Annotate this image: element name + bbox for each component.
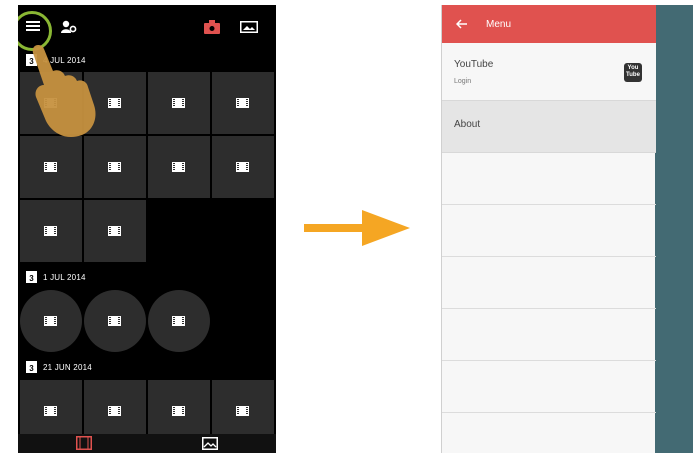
account-settings-icon[interactable] (61, 20, 77, 34)
film-icon (172, 98, 185, 108)
empty-list-row (442, 153, 656, 205)
app-toolbar (18, 5, 276, 51)
video-thumbnail[interactable] (148, 380, 210, 442)
film-icon (172, 406, 185, 416)
film-icon (108, 98, 121, 108)
pointing-hand-icon (32, 45, 96, 138)
drawer-header: Menu (442, 5, 656, 43)
empty-list-row (442, 361, 656, 413)
empty-list-row (442, 257, 656, 309)
video-thumbnail[interactable] (84, 380, 146, 442)
menu-item-sublabel: Login (454, 78, 472, 85)
video-thumbnail[interactable] (20, 200, 82, 262)
camera-icon[interactable] (204, 20, 220, 34)
photos-tab-icon[interactable] (202, 437, 218, 450)
bottom-navigation (18, 434, 276, 453)
film-icon (44, 316, 57, 326)
video-thumbnail[interactable] (148, 290, 210, 352)
date-header: 3 21 JUN 2014 (26, 360, 92, 374)
video-thumbnail[interactable] (212, 136, 274, 198)
menu-title: Menu (486, 19, 512, 30)
video-thumbnail[interactable] (84, 200, 146, 262)
empty-list-row (442, 309, 656, 361)
menu-item-youtube[interactable]: YouTube Login You Tube (442, 43, 656, 101)
picture-icon[interactable] (240, 21, 258, 33)
video-thumbnail[interactable] (20, 290, 82, 352)
film-icon (44, 406, 57, 416)
film-icon (236, 162, 249, 172)
film-icon (236, 98, 249, 108)
transition-arrow-icon (304, 210, 410, 246)
menu-item-about[interactable]: About (442, 101, 656, 153)
videos-tab-icon[interactable] (76, 436, 92, 450)
menu-item-label: About (454, 119, 481, 130)
film-icon (108, 226, 121, 236)
video-thumbnail[interactable] (84, 290, 146, 352)
video-thumbnail[interactable] (212, 380, 274, 442)
date-label: 1 JUL 2014 (43, 272, 86, 282)
film-icon (108, 316, 121, 326)
gallery-screen: 3 4 JUL 2014 3 1 JUL 2014 3 21 JUN 2014 (18, 5, 276, 453)
back-arrow-icon[interactable] (456, 19, 468, 29)
empty-list-row (442, 205, 656, 257)
film-icon (44, 162, 57, 172)
date-label: 21 JUN 2014 (43, 362, 92, 372)
film-icon (108, 406, 121, 416)
film-icon (172, 316, 185, 326)
film-icon (108, 162, 121, 172)
video-thumbnail[interactable] (20, 136, 82, 198)
menu-item-label: YouTube (454, 59, 494, 70)
video-thumbnail[interactable] (148, 136, 210, 198)
film-icon (236, 406, 249, 416)
film-icon (44, 226, 57, 236)
calendar-icon: 3 (26, 271, 37, 283)
menu-screen: Menu YouTube Login You Tube About (441, 5, 693, 453)
navigation-drawer: Menu YouTube Login You Tube About (441, 5, 656, 453)
youtube-logo-icon: You Tube (624, 63, 642, 82)
calendar-icon: 3 (26, 361, 37, 373)
film-icon (172, 162, 185, 172)
video-thumbnail[interactable] (20, 380, 82, 442)
video-thumbnail[interactable] (84, 136, 146, 198)
video-thumbnail[interactable] (148, 72, 210, 134)
date-header: 3 1 JUL 2014 (26, 270, 86, 284)
video-thumbnail[interactable] (212, 72, 274, 134)
